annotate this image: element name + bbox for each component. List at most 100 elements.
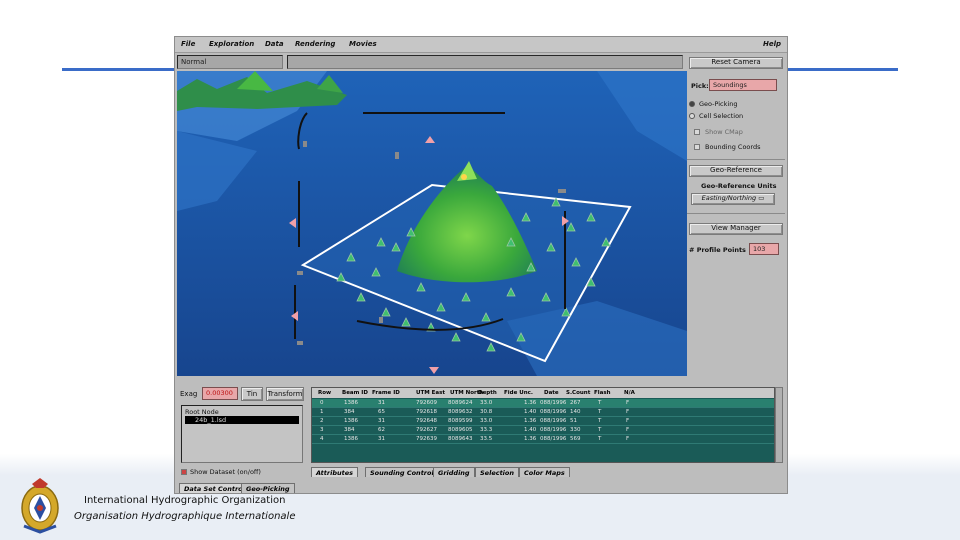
col-header: Beam ID bbox=[342, 390, 368, 396]
table-cell: 33.3 bbox=[480, 427, 493, 433]
table-cell: F bbox=[626, 418, 630, 424]
tab-sounding-control[interactable]: Sounding Control bbox=[365, 467, 439, 477]
table-header: Row Beam ID Frame ID UTM East UTM North … bbox=[312, 388, 774, 398]
root-node[interactable]: Root Node bbox=[185, 408, 219, 416]
col-header: Depth bbox=[478, 390, 497, 396]
tab-gridding[interactable]: Gridding bbox=[433, 467, 475, 477]
table-row[interactable]: 4 1386 31 792639 8089643 33.5 1.36 088/1… bbox=[312, 435, 774, 444]
transform-button[interactable]: Transform bbox=[266, 387, 304, 401]
col-header: S.Count bbox=[566, 390, 591, 396]
table-cell: 1 bbox=[320, 409, 324, 415]
col-header: UTM East bbox=[416, 390, 445, 396]
title-rule-left bbox=[62, 68, 178, 71]
table-scrollbar[interactable] bbox=[775, 387, 783, 463]
message-field bbox=[287, 55, 683, 69]
table-cell: 088/1996 bbox=[540, 427, 567, 433]
tab-color-maps[interactable]: Color Maps bbox=[519, 467, 570, 477]
pick-label: Pick: bbox=[691, 82, 709, 90]
menu-rendering[interactable]: Rendering bbox=[295, 40, 335, 48]
tin-button[interactable]: Tin bbox=[241, 387, 263, 401]
show-dataset-checkbox[interactable] bbox=[181, 469, 187, 475]
show-cmap-label: Show CMap bbox=[705, 128, 743, 136]
units-select-value: Easting/Northing bbox=[701, 194, 757, 202]
tab-geo-picking[interactable]: Geo-Picking bbox=[241, 483, 295, 493]
table-cell: 792627 bbox=[416, 427, 437, 433]
table-cell: 792618 bbox=[416, 409, 437, 415]
tab-data-set-control[interactable]: Data Set Control bbox=[179, 483, 250, 493]
table-cell: F bbox=[626, 409, 630, 415]
menu-arrow-icon: ▭ bbox=[758, 194, 765, 202]
menu-bar: File Exploration Data Rendering Movies H… bbox=[175, 37, 787, 53]
menu-exploration[interactable]: Exploration bbox=[209, 40, 254, 48]
table-cell: 8089643 bbox=[448, 436, 473, 442]
table-cell: 792609 bbox=[416, 400, 437, 406]
dataset-item[interactable]: 24b_1.lsd bbox=[185, 416, 299, 424]
geo-reference-button[interactable]: Geo-Reference bbox=[689, 165, 783, 177]
table-cell: 1386 bbox=[344, 400, 358, 406]
table-row[interactable]: 3 384 62 792627 8089605 33.3 1.40 088/19… bbox=[312, 426, 774, 435]
col-header: Row bbox=[318, 390, 332, 396]
reset-camera-button[interactable]: Reset Camera bbox=[689, 57, 783, 69]
col-header: N/A bbox=[624, 390, 635, 396]
menu-file[interactable]: File bbox=[181, 40, 195, 48]
table-cell: 792648 bbox=[416, 418, 437, 424]
divider bbox=[687, 159, 785, 160]
dataset-tree[interactable]: Root Node 24b_1.lsd bbox=[181, 405, 303, 463]
units-select[interactable]: Easting/Northing ▭ bbox=[691, 193, 775, 205]
cell-selection-radio[interactable] bbox=[689, 113, 695, 119]
menu-data[interactable]: Data bbox=[265, 40, 284, 48]
table-cell: 4 bbox=[320, 436, 324, 442]
soundings-table[interactable]: Row Beam ID Frame ID UTM East UTM North … bbox=[311, 387, 775, 463]
bounding-coords-label: Bounding Coords bbox=[705, 143, 761, 151]
iho-emblem-icon bbox=[21, 478, 59, 534]
table-cell: 1.36 bbox=[524, 400, 537, 406]
table-cell: T bbox=[598, 400, 602, 406]
col-header: Flash bbox=[594, 390, 611, 396]
table-cell: 65 bbox=[378, 409, 385, 415]
table-cell: 62 bbox=[378, 427, 385, 433]
col-header: Fide Unc. bbox=[504, 390, 533, 396]
profile-points-input[interactable]: 103 bbox=[749, 243, 779, 255]
exag-input[interactable]: 0.00300 bbox=[202, 387, 238, 400]
table-cell: 33.5 bbox=[480, 436, 493, 442]
table-cell: 2 bbox=[320, 418, 324, 424]
menu-help[interactable]: Help bbox=[763, 40, 781, 48]
geo-reference-units-label: Geo-Reference Units bbox=[701, 182, 777, 190]
terrain-render[interactable] bbox=[177, 71, 687, 376]
show-cmap-checkbox[interactable] bbox=[694, 129, 700, 135]
table-cell: 31 bbox=[378, 418, 385, 424]
pick-select[interactable]: Soundings bbox=[709, 79, 777, 91]
table-cell: 088/1996 bbox=[540, 409, 567, 415]
table-row[interactable]: 0 1386 31 792609 8089624 33.0 1.36 088/1… bbox=[312, 399, 774, 408]
geo-picking-radio[interactable] bbox=[689, 101, 695, 107]
table-row[interactable]: 1 384 65 792618 8089632 30.8 1.40 088/19… bbox=[312, 408, 774, 417]
table-cell: 1.40 bbox=[524, 409, 537, 415]
application-window: File Exploration Data Rendering Movies H… bbox=[174, 36, 788, 494]
tab-selection[interactable]: Selection bbox=[475, 467, 520, 477]
3d-viewport[interactable] bbox=[177, 71, 687, 376]
menu-movies[interactable]: Movies bbox=[349, 40, 377, 48]
table-cell: 1386 bbox=[344, 436, 358, 442]
table-cell: 1.40 bbox=[524, 427, 537, 433]
bounding-coords-checkbox[interactable] bbox=[694, 144, 700, 150]
control-panel: Reset Camera Pick: Soundings Geo-Picking… bbox=[687, 55, 785, 375]
table-cell: 1.36 bbox=[524, 418, 537, 424]
table-cell: 33.0 bbox=[480, 418, 493, 424]
table-cell: 8089599 bbox=[448, 418, 473, 424]
col-header: Date bbox=[544, 390, 559, 396]
table-cell: 140 bbox=[570, 409, 581, 415]
table-cell: 33.0 bbox=[480, 400, 493, 406]
table-cell: 1.36 bbox=[524, 436, 537, 442]
view-manager-button[interactable]: View Manager bbox=[689, 223, 783, 235]
table-cell: 8089605 bbox=[448, 427, 473, 433]
table-cell: T bbox=[598, 418, 602, 424]
divider bbox=[687, 213, 785, 214]
table-cell: 088/1996 bbox=[540, 418, 567, 424]
exag-label: Exag bbox=[180, 390, 198, 398]
table-row[interactable]: 2 1386 31 792648 8089599 33.0 1.36 088/1… bbox=[312, 417, 774, 426]
profile-points-label: # Profile Points bbox=[689, 246, 746, 254]
table-cell: 088/1996 bbox=[540, 400, 567, 406]
table-cell: 330 bbox=[570, 427, 581, 433]
tab-attributes[interactable]: Attributes bbox=[311, 467, 358, 477]
table-cell: 0 bbox=[320, 400, 324, 406]
